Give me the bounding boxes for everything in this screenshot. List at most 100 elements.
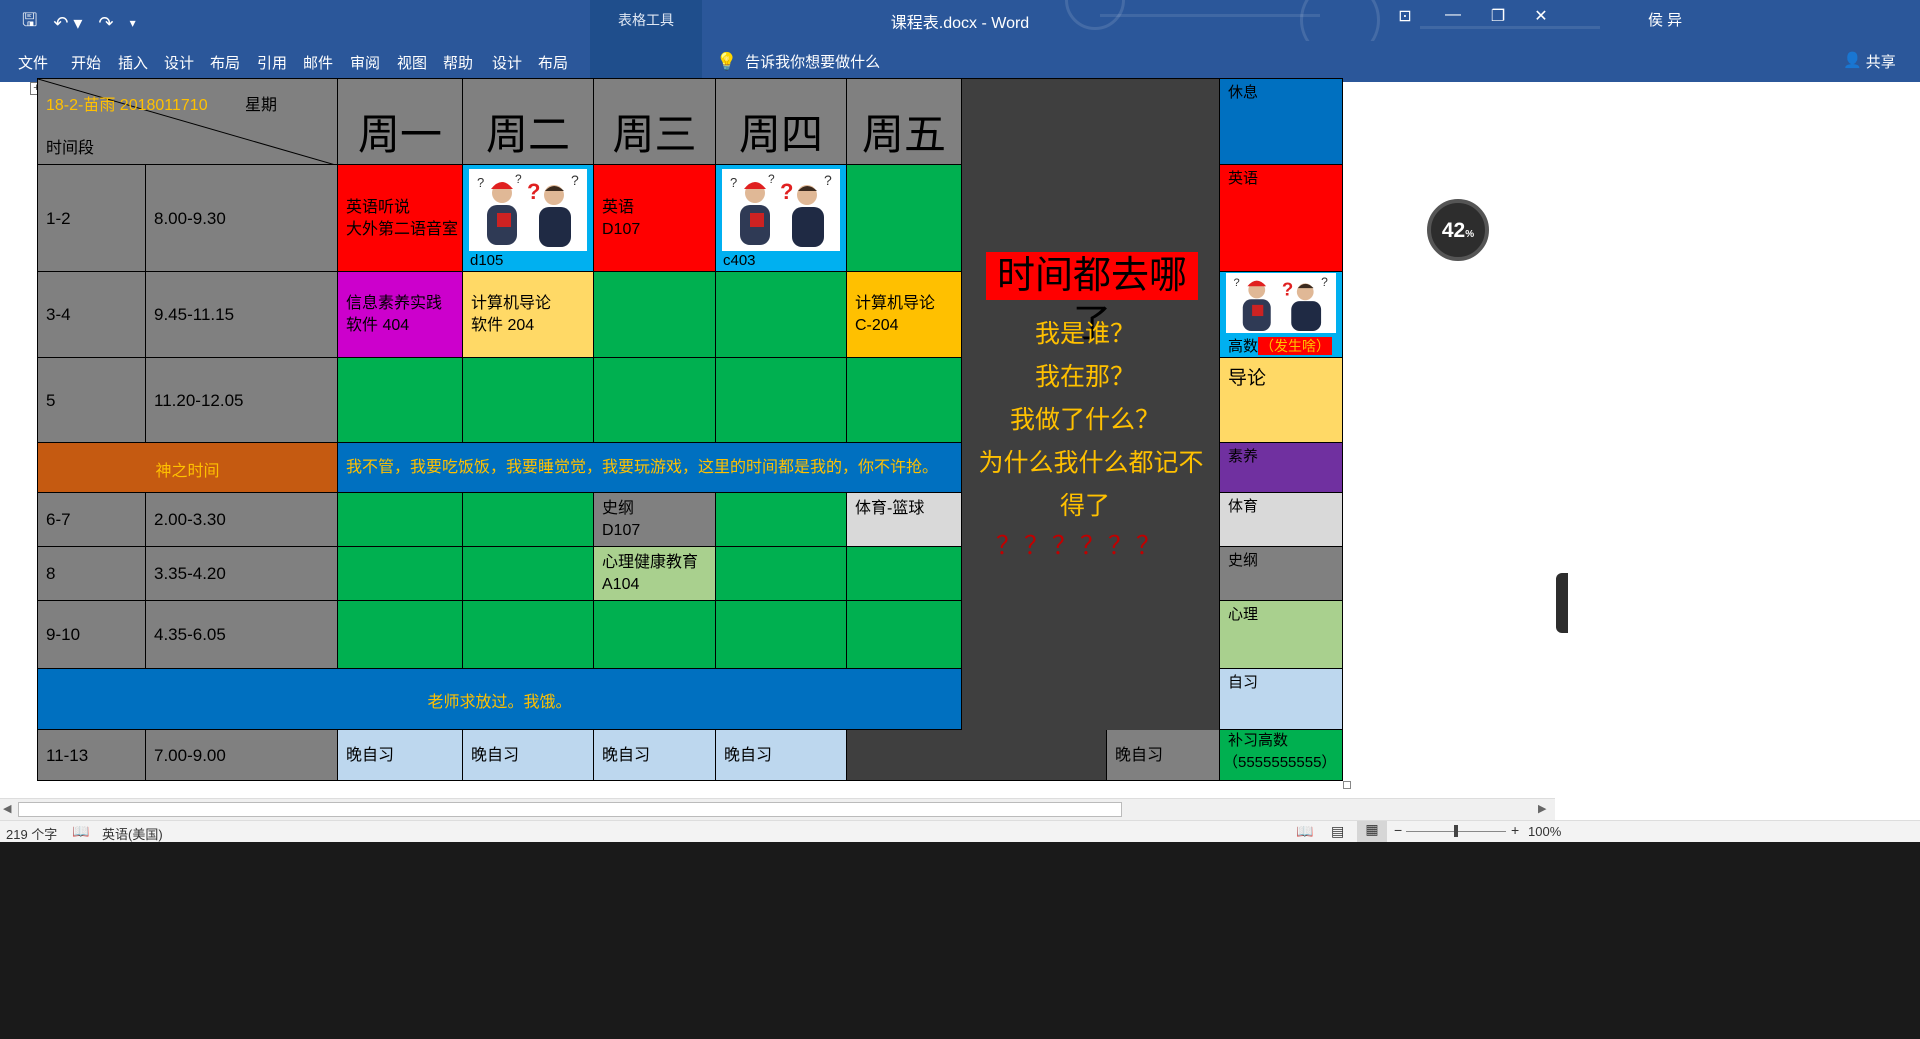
tab-review[interactable]: 审阅 [350, 52, 380, 73]
tab-table-layout[interactable]: 布局 [538, 52, 568, 73]
period-cell[interactable]: 11-13 [37, 730, 146, 781]
legend-math-tutoring[interactable]: 补习高数 （5555555555） [1220, 730, 1343, 781]
empty-cell[interactable] [338, 547, 463, 601]
course-cell[interactable]: 英语 D107 [594, 165, 716, 272]
evening-study-cell[interactable]: 晚自习 [338, 730, 463, 781]
divine-time-message-cell[interactable]: 我不管，我要吃饭饭，我要睡觉觉，我要玩游戏，这里的时间都是我的，你不许抢。 [338, 443, 962, 493]
tab-file[interactable]: 文件 [18, 52, 48, 73]
side-panel-handle[interactable] [1556, 573, 1568, 633]
evening-study-cell[interactable]: 晚自习 [463, 730, 594, 781]
empty-cell[interactable] [716, 358, 847, 443]
evening-study-cell[interactable]: 晚自习 [716, 730, 847, 781]
tell-me-search[interactable]: 💡 告诉我你想要做什么 [716, 51, 880, 72]
course-cell[interactable]: 体育-篮球 [847, 493, 962, 547]
header-friday[interactable]: 周五 [847, 78, 962, 165]
empty-cell[interactable] [463, 601, 594, 669]
restore-icon[interactable]: ❐ [1478, 6, 1518, 26]
web-layout-icon[interactable]: ▦ [1357, 821, 1387, 842]
table-resize-handle[interactable] [1343, 781, 1351, 789]
empty-cell[interactable] [594, 272, 716, 358]
course-cell[interactable]: 史纲 D107 [594, 493, 716, 547]
period-cell[interactable]: 1-2 [37, 165, 146, 272]
tab-references[interactable]: 引用 [257, 52, 287, 73]
undo-icon[interactable]: ↶ ▾ [53, 13, 82, 34]
header-wednesday[interactable]: 周三 [594, 78, 716, 165]
time-cell[interactable]: 8.00-9.30 [146, 165, 338, 272]
empty-cell[interactable] [847, 547, 962, 601]
word-count[interactable]: 219 个字 [6, 824, 57, 843]
legend-self-study[interactable]: 自习 [1220, 669, 1343, 730]
empty-cell[interactable] [463, 493, 594, 547]
scrollbar-thumb[interactable] [18, 802, 1122, 817]
empty-cell[interactable] [847, 358, 962, 443]
tab-design[interactable]: 设计 [164, 52, 194, 73]
empty-dark-cell[interactable] [847, 730, 1107, 781]
scroll-right-icon[interactable]: ▶ [1538, 802, 1546, 815]
empty-cell[interactable] [338, 493, 463, 547]
read-mode-icon[interactable]: 📖 [1296, 823, 1313, 840]
tab-mailings[interactable]: 邮件 [303, 52, 333, 73]
scroll-left-icon[interactable]: ◀ [3, 802, 11, 815]
legend-pe[interactable]: 体育 [1220, 493, 1343, 547]
legend-literacy[interactable]: 素养 [1220, 443, 1343, 493]
customize-icon[interactable]: ▾ [130, 16, 136, 30]
close-icon[interactable]: ✕ [1521, 6, 1561, 26]
divine-time-cell[interactable]: 神之时间 [37, 443, 338, 493]
zoom-in-icon[interactable]: + [1511, 822, 1519, 838]
horizontal-scrollbar[interactable]: ◀ ▶ [0, 798, 1555, 820]
period-cell[interactable]: 8 [37, 547, 146, 601]
redo-icon[interactable]: ↷ [98, 13, 113, 34]
course-cell[interactable]: 心理健康教育 A104 [594, 547, 716, 601]
course-cell[interactable]: 计算机导论 软件 204 [463, 272, 594, 358]
legend-intro[interactable]: 导论 [1220, 358, 1343, 443]
time-cell[interactable]: 2.00-3.30 [146, 493, 338, 547]
progress-badge[interactable]: 42% [1427, 199, 1489, 261]
tab-help[interactable]: 帮助 [443, 52, 473, 73]
empty-cell[interactable] [716, 493, 847, 547]
header-thursday[interactable]: 周四 [716, 78, 847, 165]
time-cell[interactable]: 9.45-11.15 [146, 272, 338, 358]
zoom-level[interactable]: 100% [1528, 824, 1561, 839]
header-tuesday[interactable]: 周二 [463, 78, 594, 165]
print-layout-icon[interactable]: ▤ [1331, 823, 1344, 840]
empty-cell[interactable] [716, 272, 847, 358]
empty-cell[interactable] [847, 601, 962, 669]
period-cell[interactable]: 6-7 [37, 493, 146, 547]
tab-layout[interactable]: 布局 [210, 52, 240, 73]
ribbon-display-icon[interactable]: ⊡ [1385, 6, 1425, 26]
save-icon[interactable]: 🖫 [22, 8, 37, 38]
course-cell[interactable]: 英语听说 大外第二语音室 [338, 165, 463, 272]
period-cell[interactable]: 9-10 [37, 601, 146, 669]
tab-view[interactable]: 视图 [397, 52, 427, 73]
user-name[interactable]: 侯 异 [1648, 9, 1682, 30]
zoom-out-icon[interactable]: − [1394, 822, 1402, 838]
empty-cell[interactable] [463, 547, 594, 601]
zoom-slider-thumb[interactable] [1454, 825, 1458, 837]
proofing-icon[interactable]: 📖 [72, 823, 89, 840]
time-cell[interactable]: 11.20-12.05 [146, 358, 338, 443]
course-cell[interactable]: 信息素养实践 软件 404 [338, 272, 463, 358]
header-corner-cell[interactable]: 18-2-苗雨 2018011710 星期 时间段 [37, 78, 338, 165]
minimize-icon[interactable]: — [1433, 6, 1473, 24]
empty-cell[interactable] [594, 601, 716, 669]
share-button[interactable]: 👤 共享 [1843, 51, 1896, 72]
course-cell[interactable]: 计算机导论 C-204 [847, 272, 962, 358]
course-cell[interactable]: ? ? ? ? c403 [716, 165, 847, 272]
time-cell[interactable]: 3.35-4.20 [146, 547, 338, 601]
tab-insert[interactable]: 插入 [118, 52, 148, 73]
empty-cell[interactable] [847, 165, 962, 272]
time-cell[interactable]: 7.00-9.00 [146, 730, 338, 781]
empty-cell[interactable] [716, 601, 847, 669]
empty-cell[interactable] [338, 358, 463, 443]
period-cell[interactable]: 5 [37, 358, 146, 443]
legend-rest[interactable]: 休息 [1220, 78, 1343, 165]
teacher-message-cell[interactable]: 老师求放过。我饿。 [37, 669, 962, 730]
evening-study-cell[interactable]: 晚自习 [594, 730, 716, 781]
empty-cell[interactable] [463, 358, 594, 443]
legend-history[interactable]: 史纲 [1220, 547, 1343, 601]
time-cell[interactable]: 4.35-6.05 [146, 601, 338, 669]
legend-math[interactable]: ? ? ? 高数 （发生啥） [1220, 272, 1343, 358]
tab-home[interactable]: 开始 [71, 52, 101, 73]
empty-cell[interactable] [594, 358, 716, 443]
empty-cell[interactable] [716, 547, 847, 601]
